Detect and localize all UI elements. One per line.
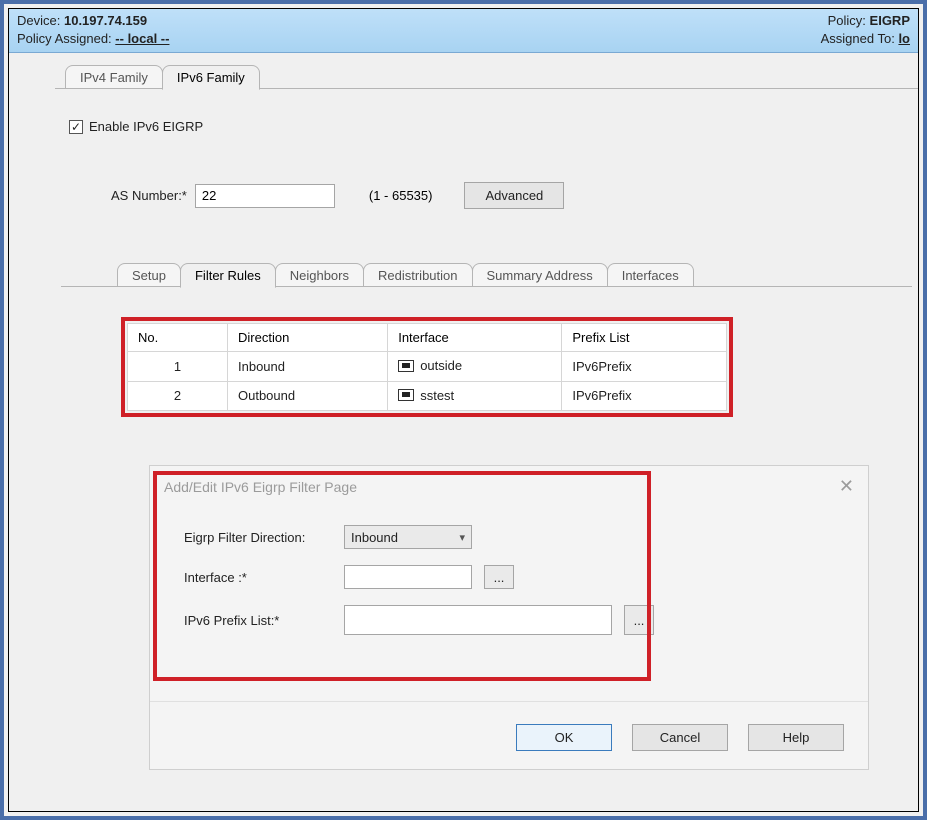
as-number-label: AS Number:* bbox=[111, 188, 187, 203]
assigned-to-label: Assigned To: bbox=[821, 31, 895, 46]
device-value: 10.197.74.159 bbox=[64, 13, 147, 28]
tab-filter-rules[interactable]: Filter Rules bbox=[180, 263, 276, 288]
header-bar: Device: 10.197.74.159 Policy Assigned: -… bbox=[9, 9, 918, 53]
policy-label: Policy: bbox=[828, 13, 866, 28]
interface-browse-button[interactable]: ... bbox=[484, 565, 514, 589]
tab-ipv6-family[interactable]: IPv6 Family bbox=[162, 65, 260, 90]
direction-label: Eigrp Filter Direction: bbox=[184, 530, 344, 545]
advanced-button[interactable]: Advanced bbox=[464, 182, 564, 209]
prefix-list-label: IPv6 Prefix List:* bbox=[184, 613, 344, 628]
interface-name: outside bbox=[420, 358, 462, 373]
filter-rules-table-highlight: No. Direction Interface Prefix List 1 In… bbox=[121, 317, 733, 417]
add-edit-filter-dialog: Add/Edit IPv6 Eigrp Filter Page ✕ Eigrp … bbox=[149, 465, 869, 770]
cell-direction: Outbound bbox=[228, 381, 388, 411]
policy-value: EIGRP bbox=[870, 13, 910, 28]
family-tabstrip: IPv4 Family IPv6 Family bbox=[65, 61, 918, 89]
policy-assigned-label: Policy Assigned: bbox=[17, 31, 112, 46]
enable-ipv6-eigrp-label: Enable IPv6 EIGRP bbox=[89, 119, 203, 134]
help-button[interactable]: Help bbox=[748, 724, 844, 751]
cell-interface: sstest bbox=[388, 381, 562, 411]
cell-no: 1 bbox=[128, 352, 228, 382]
assigned-to-link[interactable]: lo bbox=[898, 31, 910, 46]
cell-prefix: IPv6Prefix bbox=[562, 352, 727, 382]
enable-ipv6-eigrp-checkbox[interactable]: ✓ bbox=[69, 120, 83, 134]
direction-select-value: Inbound bbox=[351, 530, 398, 545]
tab-ipv4-family[interactable]: IPv4 Family bbox=[65, 65, 163, 89]
col-direction[interactable]: Direction bbox=[228, 324, 388, 352]
nic-icon bbox=[398, 389, 414, 401]
cell-interface: outside bbox=[388, 352, 562, 382]
ok-button[interactable]: OK bbox=[516, 724, 612, 751]
nic-icon bbox=[398, 360, 414, 372]
interface-label: Interface :* bbox=[184, 570, 344, 585]
table-row[interactable]: 2 Outbound sstest IPv6Prefix bbox=[128, 381, 727, 411]
tab-redistribution[interactable]: Redistribution bbox=[363, 263, 473, 287]
col-no[interactable]: No. bbox=[128, 324, 228, 352]
tab-neighbors[interactable]: Neighbors bbox=[275, 263, 364, 287]
tab-interfaces[interactable]: Interfaces bbox=[607, 263, 694, 287]
table-row[interactable]: 1 Inbound outside IPv6Prefix bbox=[128, 352, 727, 382]
filter-rules-table: No. Direction Interface Prefix List 1 In… bbox=[127, 323, 727, 411]
as-number-hint: (1 - 65535) bbox=[369, 188, 433, 203]
prefix-list-input[interactable] bbox=[344, 605, 612, 635]
col-interface[interactable]: Interface bbox=[388, 324, 562, 352]
policy-assigned-link[interactable]: -- local -- bbox=[115, 31, 169, 46]
interface-name: sstest bbox=[420, 388, 454, 403]
chevron-down-icon: ▾ bbox=[459, 531, 465, 544]
tab-setup[interactable]: Setup bbox=[117, 263, 181, 287]
col-prefix-list[interactable]: Prefix List bbox=[562, 324, 727, 352]
close-icon[interactable]: ✕ bbox=[839, 476, 854, 497]
tab-summary-address[interactable]: Summary Address bbox=[472, 263, 608, 287]
as-number-input[interactable] bbox=[195, 184, 335, 208]
dialog-title: Add/Edit IPv6 Eigrp Filter Page bbox=[164, 479, 357, 495]
cell-direction: Inbound bbox=[228, 352, 388, 382]
direction-select[interactable]: Inbound ▾ bbox=[344, 525, 472, 549]
cell-prefix: IPv6Prefix bbox=[562, 381, 727, 411]
interface-input[interactable] bbox=[344, 565, 472, 589]
eigrp-inner-tabstrip: Setup Filter Rules Neighbors Redistribut… bbox=[117, 259, 912, 287]
prefix-list-browse-button[interactable]: ... bbox=[624, 605, 654, 635]
cell-no: 2 bbox=[128, 381, 228, 411]
device-label: Device: bbox=[17, 13, 60, 28]
cancel-button[interactable]: Cancel bbox=[632, 724, 728, 751]
